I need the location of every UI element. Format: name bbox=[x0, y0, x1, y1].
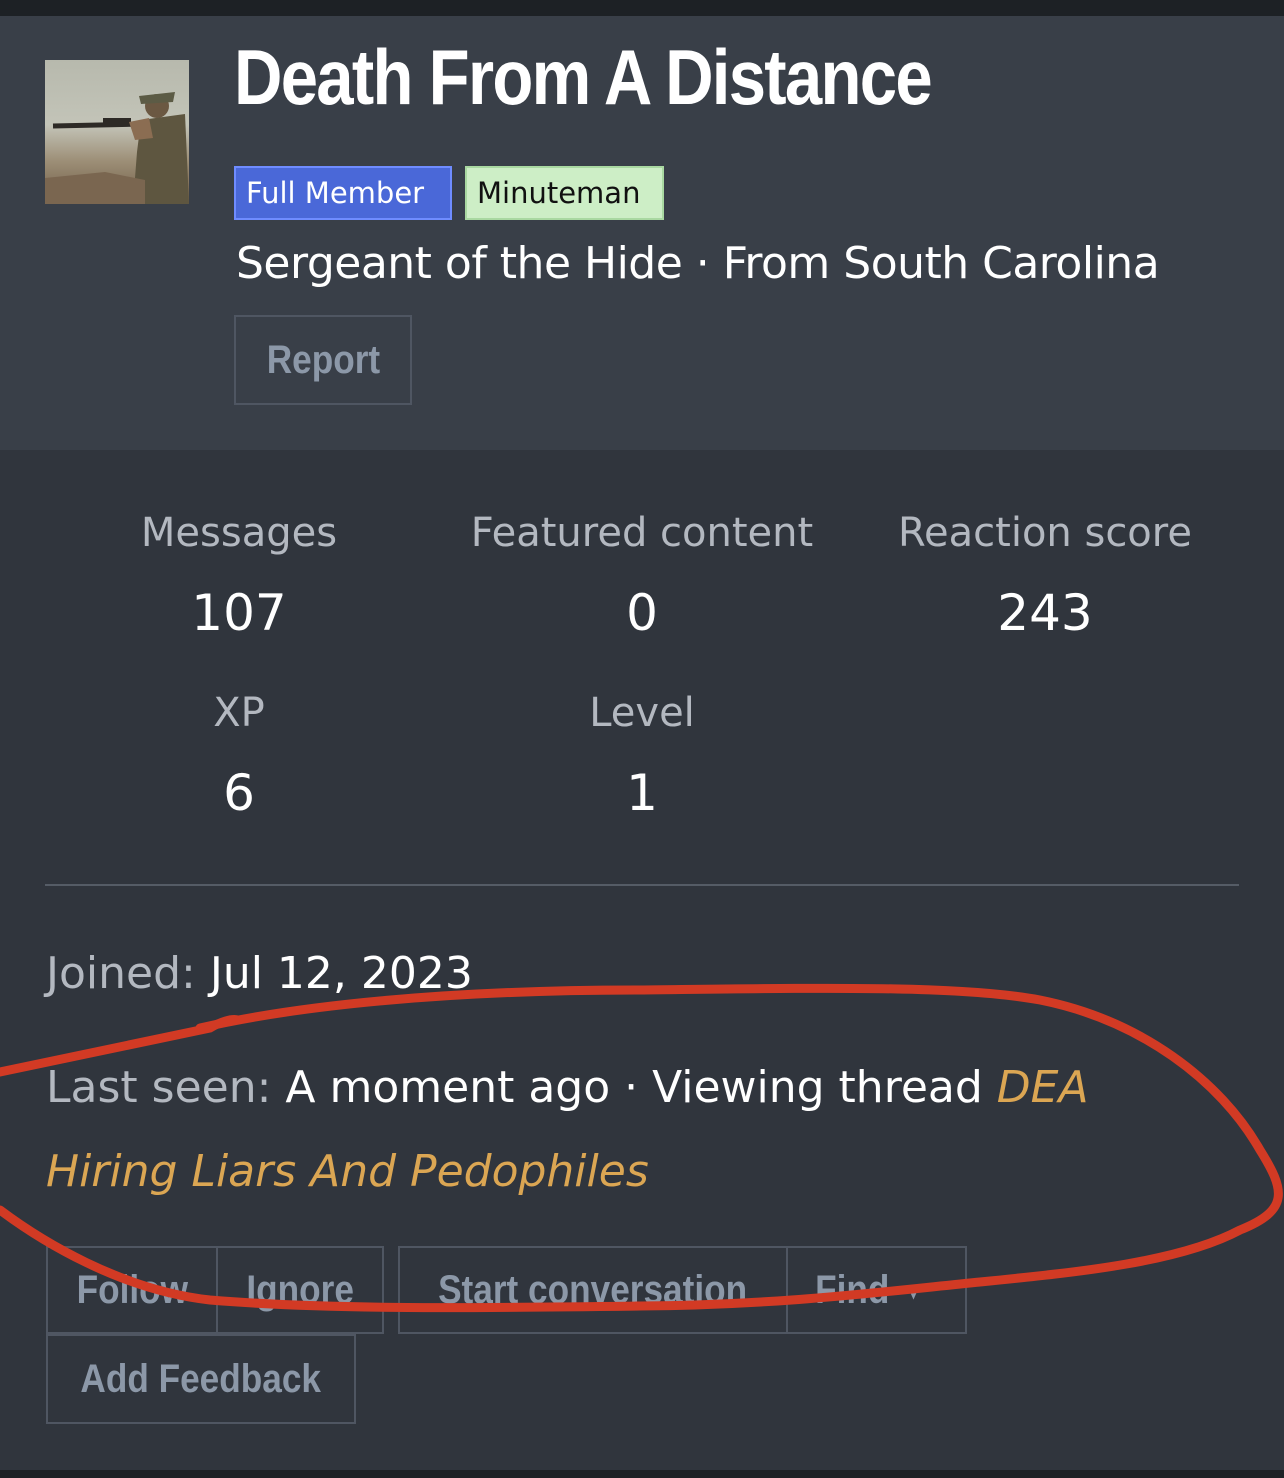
last-seen-label: Last seen: bbox=[46, 1062, 272, 1113]
report-button[interactable]: Report bbox=[234, 315, 412, 405]
start-conversation-button[interactable]: Start conversation bbox=[398, 1246, 788, 1334]
stat-xp-value: 6 bbox=[223, 764, 255, 822]
user-title-location: Sergeant of the Hide · From South Caroli… bbox=[236, 238, 1160, 289]
badge-full-member: Full Member bbox=[234, 166, 452, 220]
start-conversation-label: Start conversation bbox=[438, 1268, 748, 1312]
stat-xp-label: XP bbox=[213, 690, 265, 736]
stat-reaction-label: Reaction score bbox=[898, 510, 1192, 556]
thread-link-part2[interactable]: Hiring Liars And Pedophiles bbox=[46, 1146, 649, 1197]
add-feedback-button[interactable]: Add Feedback bbox=[46, 1334, 356, 1424]
badge-minuteman: Minuteman bbox=[465, 166, 664, 220]
find-menu-button[interactable]: Find ▾ bbox=[786, 1246, 967, 1334]
section-divider bbox=[45, 884, 1239, 886]
stat-level-label: Level bbox=[589, 690, 695, 736]
find-button-label: Find bbox=[815, 1268, 890, 1312]
joined-row: Joined: Jul 12, 2023 bbox=[46, 948, 473, 999]
user-avatar[interactable] bbox=[45, 60, 189, 204]
stat-level-value: 1 bbox=[626, 764, 658, 822]
bottom-bar bbox=[0, 1470, 1284, 1478]
last-seen-value: A moment ago · Viewing thread bbox=[285, 1062, 983, 1113]
joined-date: Jul 12, 2023 bbox=[209, 948, 473, 999]
profile-username: Death From A Distance bbox=[234, 33, 933, 121]
add-feedback-label: Add Feedback bbox=[80, 1357, 322, 1401]
report-button-label: Report bbox=[266, 338, 380, 382]
follow-button-label: Follow bbox=[76, 1268, 188, 1312]
joined-label: Joined: bbox=[46, 948, 196, 999]
top-bar bbox=[0, 0, 1284, 16]
ignore-button-label: Ignore bbox=[246, 1268, 354, 1312]
stat-featured-value[interactable]: 0 bbox=[442, 584, 842, 642]
avatar-image bbox=[45, 92, 189, 204]
last-seen-row: Last seen: A moment ago · Viewing thread… bbox=[46, 1062, 1089, 1113]
follow-button[interactable]: Follow bbox=[46, 1246, 218, 1334]
stat-reaction-value[interactable]: 243 bbox=[845, 584, 1245, 642]
stat-messages-value[interactable]: 107 bbox=[39, 584, 439, 642]
ignore-button[interactable]: Ignore bbox=[216, 1246, 384, 1334]
stat-featured-label: Featured content bbox=[470, 510, 814, 556]
thread-link-part1[interactable]: DEA bbox=[997, 1062, 1089, 1113]
chevron-down-icon: ▾ bbox=[909, 1279, 919, 1305]
stat-messages-label: Messages bbox=[140, 510, 338, 556]
